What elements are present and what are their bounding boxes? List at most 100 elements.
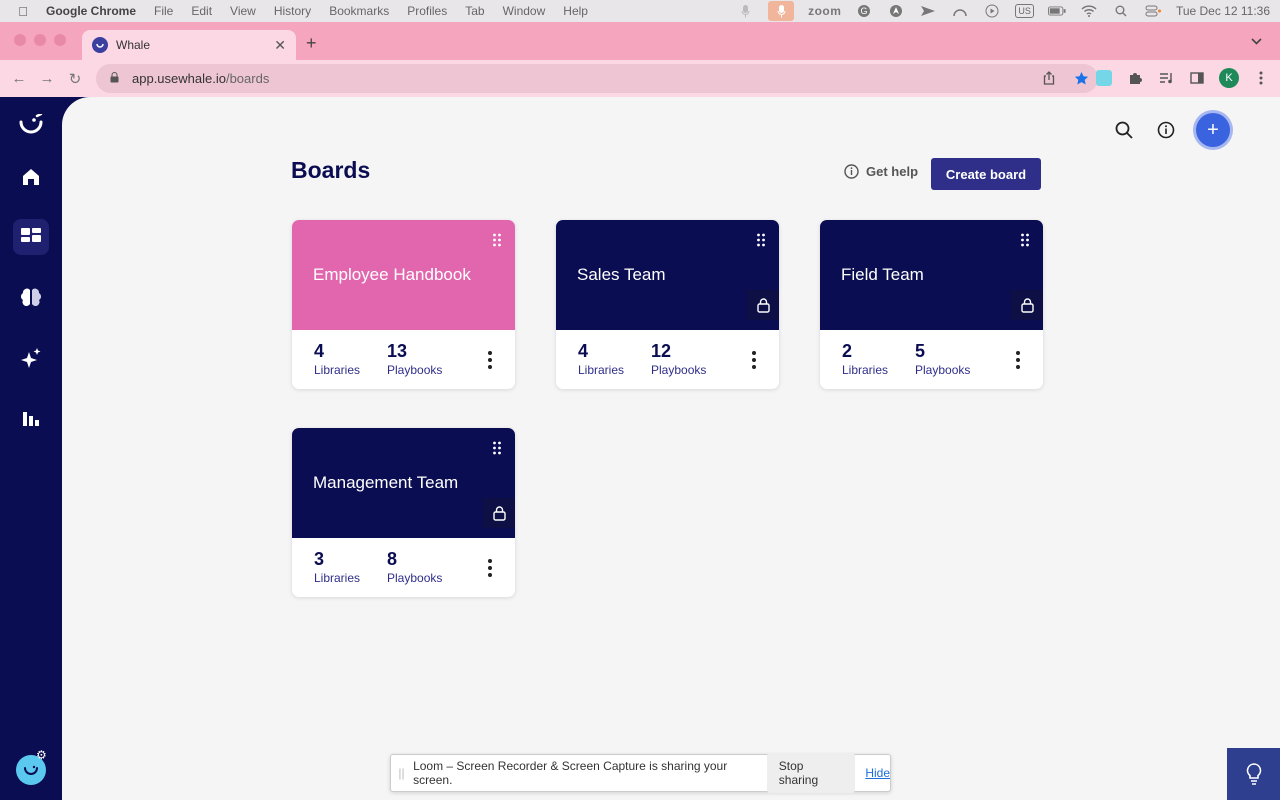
menu-bookmarks[interactable]: Bookmarks (329, 4, 389, 18)
menu-history[interactable]: History (274, 4, 311, 18)
board-banner[interactable]: Management Team (292, 428, 515, 538)
reload-icon[interactable]: ↻ (61, 70, 89, 88)
apple-icon[interactable]:  (0, 4, 46, 19)
browser-tab-whale[interactable]: Whale ✕ (82, 30, 296, 60)
board-name: Employee Handbook (313, 265, 471, 284)
drag-grip-icon[interactable]: || (391, 766, 412, 780)
menu-file[interactable]: File (154, 4, 173, 18)
minimize-window-button[interactable] (34, 34, 46, 46)
create-board-button[interactable]: Create board (931, 158, 1041, 190)
menubar-clock[interactable]: Tue Dec 12 11:36 (1176, 4, 1270, 18)
sidebar-item-ai[interactable] (13, 340, 49, 376)
menu-profiles[interactable]: Profiles (407, 4, 447, 18)
board-banner[interactable]: Employee Handbook (292, 220, 515, 330)
menu-help[interactable]: Help (563, 4, 588, 18)
board-banner[interactable]: Sales Team (556, 220, 779, 330)
bookmark-star-icon[interactable] (1072, 69, 1090, 87)
libraries-count: 4 (578, 341, 589, 361)
board-more-options-icon[interactable] (487, 559, 493, 577)
help-lightbulb-button[interactable] (1227, 748, 1280, 800)
menu-view[interactable]: View (230, 4, 256, 18)
side-panel-icon[interactable] (1188, 69, 1206, 87)
address-bar[interactable]: app.usewhale.io/boards (96, 64, 1098, 93)
get-help-link[interactable]: Get help (844, 164, 918, 179)
lock-icon[interactable] (110, 71, 126, 86)
search-icon[interactable] (1112, 118, 1136, 142)
sidebar-item-analytics[interactable] (13, 400, 49, 436)
forward-arrow-icon[interactable]: → (33, 70, 61, 87)
battery-icon[interactable] (1047, 3, 1066, 19)
address-bar-actions (1040, 69, 1090, 87)
loom-sharing-bar: || Loom – Screen Recorder & Screen Captu… (390, 753, 891, 793)
libraries-stat: 3 Libraries (314, 548, 360, 585)
playbooks-count: 13 (387, 341, 408, 361)
lightbulb-icon (1246, 763, 1261, 785)
board-name: Sales Team (577, 265, 666, 284)
drag-handle-icon[interactable] (492, 441, 502, 455)
control-center-icon[interactable] (1144, 3, 1162, 19)
browser-menu-kebab-icon[interactable] (1252, 69, 1270, 87)
active-microphone-icon[interactable] (768, 1, 795, 21)
back-arrow-icon[interactable]: ← (5, 70, 33, 87)
extensions-puzzle-icon[interactable] (1126, 69, 1144, 87)
profile-avatar[interactable]: K (1219, 68, 1239, 88)
board-more-options-icon[interactable] (487, 351, 493, 369)
private-lock-icon (483, 498, 515, 528)
board-name: Management Team (313, 473, 459, 492)
app-sidebar: ⚙ (0, 97, 62, 800)
libraries-stat: 2 Libraries (842, 340, 888, 377)
drag-handle-icon[interactable] (1020, 233, 1030, 247)
menu-tab[interactable]: Tab (465, 4, 484, 18)
share-icon[interactable] (1040, 69, 1058, 87)
playbooks-stat: 12 Playbooks (651, 340, 706, 377)
add-new-button[interactable]: + (1196, 113, 1230, 147)
board-card-sales-team[interactable]: Sales Team 4 Libraries 12 Playbooks (556, 220, 779, 389)
close-tab-icon[interactable]: ✕ (274, 37, 286, 54)
drag-handle-icon[interactable] (756, 233, 766, 247)
spotlight-search-icon[interactable] (1112, 3, 1130, 19)
macos-menubar:  Google Chrome File Edit View History B… (0, 0, 1280, 22)
info-icon[interactable] (1154, 118, 1178, 142)
libraries-label: Libraries (314, 363, 361, 377)
new-tab-button[interactable]: + (306, 34, 317, 52)
send-icon[interactable] (919, 3, 937, 19)
sidebar-item-boards[interactable] (13, 219, 49, 255)
media-queue-icon[interactable] (1157, 69, 1175, 87)
wifi-icon[interactable] (1080, 3, 1098, 19)
playbooks-count: 8 (387, 549, 398, 569)
board-card-field-team[interactable]: Field Team 2 Libraries 5 Playbooks (820, 220, 1043, 389)
board-banner[interactable]: Field Team (820, 220, 1043, 330)
gauge-icon[interactable] (951, 3, 969, 19)
sidebar-item-brain[interactable] (13, 279, 49, 315)
tab-search-chevron-icon[interactable] (1251, 36, 1262, 48)
zoom-status-label[interactable]: zoom (808, 4, 841, 18)
sidebar-item-home[interactable] (13, 159, 49, 195)
menubar-status-area: zoom G US Tue Dec 12 11:36 (736, 0, 1270, 22)
menu-edit[interactable]: Edit (191, 4, 212, 18)
close-window-button[interactable] (14, 34, 26, 46)
play-icon[interactable] (983, 3, 1001, 19)
board-card-management-team[interactable]: Management Team 3 Libraries 8 Playbooks (292, 428, 515, 597)
extension-whale-icon[interactable] (1095, 69, 1113, 87)
browser-toolbar: ← → ↻ app.usewhale.io/boards K (0, 60, 1280, 97)
playbooks-label: Playbooks (387, 363, 443, 377)
maximize-window-button[interactable] (54, 34, 66, 46)
hide-link[interactable]: Hide (865, 766, 890, 780)
input-source-label[interactable]: US (1015, 4, 1034, 18)
navigation-icon[interactable] (887, 3, 905, 19)
whale-favicon-icon (92, 37, 108, 53)
grammarly-icon[interactable]: G (855, 3, 873, 19)
url-path: /boards (225, 71, 270, 86)
settings-gear-icon[interactable]: ⚙ (36, 748, 50, 762)
whale-logo-icon[interactable] (13, 107, 49, 143)
board-more-options-icon[interactable] (1015, 351, 1021, 369)
stop-sharing-button[interactable]: Stop sharing (766, 753, 856, 793)
menu-window[interactable]: Window (503, 4, 546, 18)
board-more-options-icon[interactable] (751, 351, 757, 369)
libraries-label: Libraries (578, 363, 625, 377)
board-card-employee-handbook[interactable]: Employee Handbook 4 Libraries 13 Playboo… (292, 220, 515, 389)
url-host: app.usewhale.io (132, 71, 226, 86)
microphone-icon[interactable] (736, 3, 754, 19)
menubar-app-name[interactable]: Google Chrome (46, 4, 136, 18)
drag-handle-icon[interactable] (492, 233, 502, 247)
